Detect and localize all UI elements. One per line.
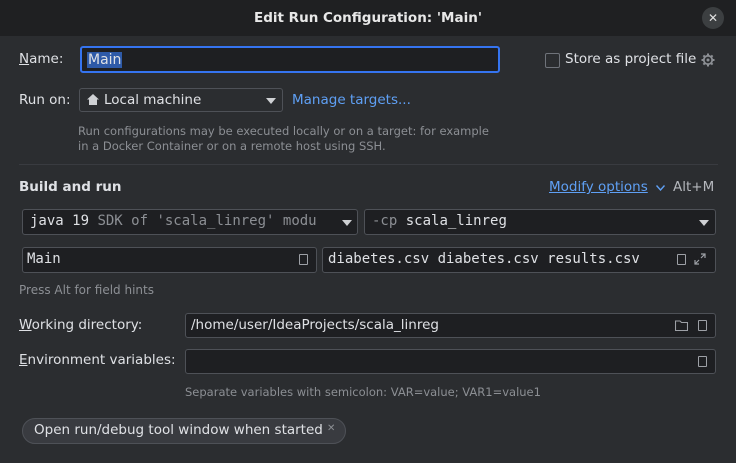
name-value: Main: [87, 52, 123, 68]
home-icon: [87, 94, 99, 109]
jdk-detail: SDK of 'scala_linreg' modu: [97, 213, 317, 229]
program-arguments-input[interactable]: diabetes.csv diabetes.csv results.csv: [322, 247, 716, 273]
main-class-input[interactable]: Main: [22, 247, 317, 273]
close-button[interactable]: ✕: [702, 7, 724, 29]
run-on-dropdown[interactable]: Local machine: [79, 88, 283, 112]
chevron-down-icon: [655, 180, 665, 195]
run-on-hint-line1: Run configurations may be executed local…: [78, 124, 489, 138]
gear-icon[interactable]: [701, 53, 715, 71]
chip-label: Open run/debug tool window when started: [34, 422, 323, 438]
store-as-project-label[interactable]: Store as project file: [565, 51, 696, 67]
working-directory-value: /home/user/IdeaProjects/scala_linreg: [191, 317, 439, 333]
build-and-run-heading: Build and run: [19, 179, 122, 195]
environment-variables-hint: Separate variables with semicolon: VAR=v…: [185, 385, 541, 399]
insert-macro-icon[interactable]: [698, 320, 707, 331]
chevron-down-icon: [699, 220, 709, 226]
program-arguments-value: diabetes.csv diabetes.csv results.csv: [328, 251, 640, 267]
jdk-dropdown[interactable]: java 19 SDK of 'scala_linreg' modu: [22, 209, 358, 235]
working-directory-input[interactable]: /home/user/IdeaProjects/scala_linreg: [185, 313, 716, 338]
field-hint: Press Alt for field hints: [19, 283, 154, 297]
run-on-hint-line2: in a Docker Container or on a remote hos…: [78, 139, 386, 153]
expand-icon[interactable]: [694, 253, 706, 269]
chevron-down-icon: [266, 98, 276, 104]
chevron-down-icon: [342, 220, 352, 226]
cp-flag: -cp: [372, 213, 398, 229]
section-divider: [19, 164, 718, 165]
edit-variables-icon[interactable]: [698, 356, 707, 367]
working-directory-label: Working directory:: [19, 317, 143, 333]
environment-variables-input[interactable]: [185, 349, 716, 374]
run-on-value: Local machine: [104, 92, 202, 108]
run-on-label: Run on:: [19, 92, 71, 108]
browse-class-icon[interactable]: [299, 254, 308, 265]
manage-targets-link[interactable]: Manage targets...: [292, 92, 411, 108]
name-label: Name:: [19, 51, 64, 67]
main-class-value: Main: [27, 251, 61, 267]
classpath-dropdown[interactable]: -cp scala_linreg: [364, 209, 716, 235]
chip-remove-icon[interactable]: ✕: [327, 423, 335, 434]
run-tool-window-option-chip[interactable]: Open run/debug tool window when started …: [22, 418, 346, 444]
folder-icon[interactable]: [674, 320, 689, 335]
modify-options-shortcut: Alt+M: [673, 179, 715, 195]
close-icon: ✕: [707, 11, 719, 25]
name-input[interactable]: Main: [80, 46, 500, 73]
modify-options-button[interactable]: Modify options: [549, 179, 665, 195]
cp-value: scala_linreg: [405, 213, 507, 229]
environment-variables-label: Environment variables:: [19, 352, 176, 368]
dialog-title: Edit Run Configuration: 'Main': [254, 10, 482, 26]
jdk-name: java 19: [30, 213, 90, 229]
store-as-project-checkbox[interactable]: [545, 53, 560, 68]
insert-macro-icon[interactable]: [677, 254, 686, 265]
